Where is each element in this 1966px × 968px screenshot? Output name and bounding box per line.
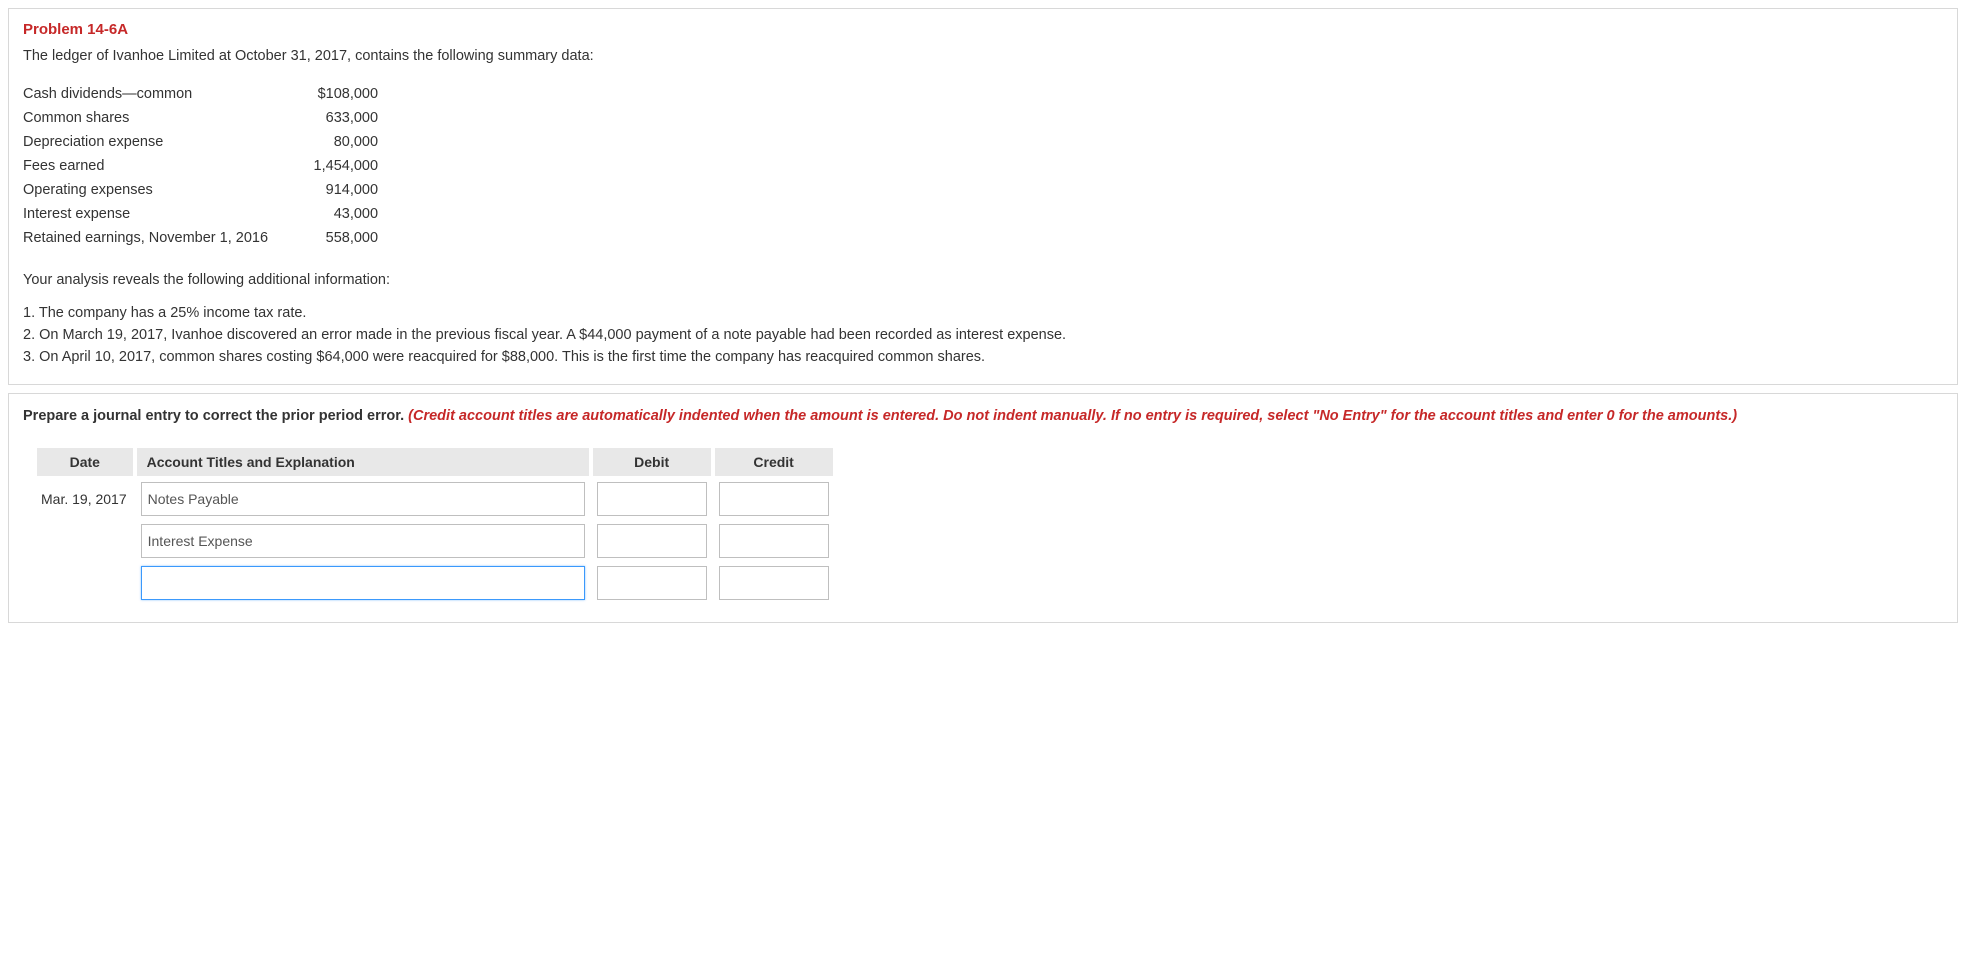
ledger-amount: $108,000 [278,82,388,106]
ledger-row: Fees earned 1,454,000 [23,154,388,178]
journal-row [37,522,833,560]
journal-entry-table: Date Account Titles and Explanation Debi… [33,444,837,606]
ledger-row: Retained earnings, November 1, 2016 558,… [23,226,388,250]
journal-date [37,522,133,560]
ledger-amount: 1,454,000 [278,154,388,178]
ledger-label: Fees earned [23,154,278,178]
col-debit: Debit [593,448,711,476]
ledger-label: Common shares [23,106,278,130]
journal-date [37,564,133,602]
journal-row: Mar. 19, 2017 [37,480,833,518]
ledger-label: Interest expense [23,202,278,226]
ledger-label: Cash dividends—common [23,82,278,106]
ledger-row: Operating expenses 914,000 [23,178,388,202]
instruction-note: (Credit account titles are automatically… [408,408,1737,424]
col-date: Date [37,448,133,476]
debit-input[interactable] [597,566,707,600]
debit-input[interactable] [597,524,707,558]
ledger-amount: 43,000 [278,202,388,226]
info-list: 1. The company has a 25% income tax rate… [23,302,1943,368]
problem-panel: Problem 14-6A The ledger of Ivanhoe Limi… [8,8,1958,385]
ledger-amount: 914,000 [278,178,388,202]
ledger-row: Common shares 633,000 [23,106,388,130]
journal-row [37,564,833,602]
account-title-input[interactable] [141,482,585,516]
info-item: 3. On April 10, 2017, common shares cost… [23,346,1943,368]
ledger-label: Operating expenses [23,178,278,202]
account-title-input[interactable] [141,566,585,600]
ledger-label: Retained earnings, November 1, 2016 [23,226,278,250]
entry-panel: Prepare a journal entry to correct the p… [8,393,1958,623]
journal-date: Mar. 19, 2017 [37,480,133,518]
ledger-table: Cash dividends—common $108,000 Common sh… [23,82,388,250]
credit-input[interactable] [719,524,829,558]
account-title-input[interactable] [141,524,585,558]
instruction-lead: Prepare a journal entry to correct the p… [23,408,408,424]
info-item: 2. On March 19, 2017, Ivanhoe discovered… [23,324,1943,346]
ledger-label: Depreciation expense [23,130,278,154]
debit-input[interactable] [597,482,707,516]
info-item: 1. The company has a 25% income tax rate… [23,302,1943,324]
ledger-row: Cash dividends—common $108,000 [23,82,388,106]
instruction-text: Prepare a journal entry to correct the p… [23,408,1943,424]
ledger-amount: 633,000 [278,106,388,130]
ledger-row: Depreciation expense 80,000 [23,130,388,154]
col-credit: Credit [715,448,833,476]
problem-title: Problem 14-6A [23,21,1943,38]
ledger-amount: 558,000 [278,226,388,250]
col-account: Account Titles and Explanation [137,448,589,476]
credit-input[interactable] [719,566,829,600]
ledger-row: Interest expense 43,000 [23,202,388,226]
credit-input[interactable] [719,482,829,516]
analysis-subhead: Your analysis reveals the following addi… [23,272,1943,288]
problem-intro: The ledger of Ivanhoe Limited at October… [23,48,1943,64]
ledger-amount: 80,000 [278,130,388,154]
